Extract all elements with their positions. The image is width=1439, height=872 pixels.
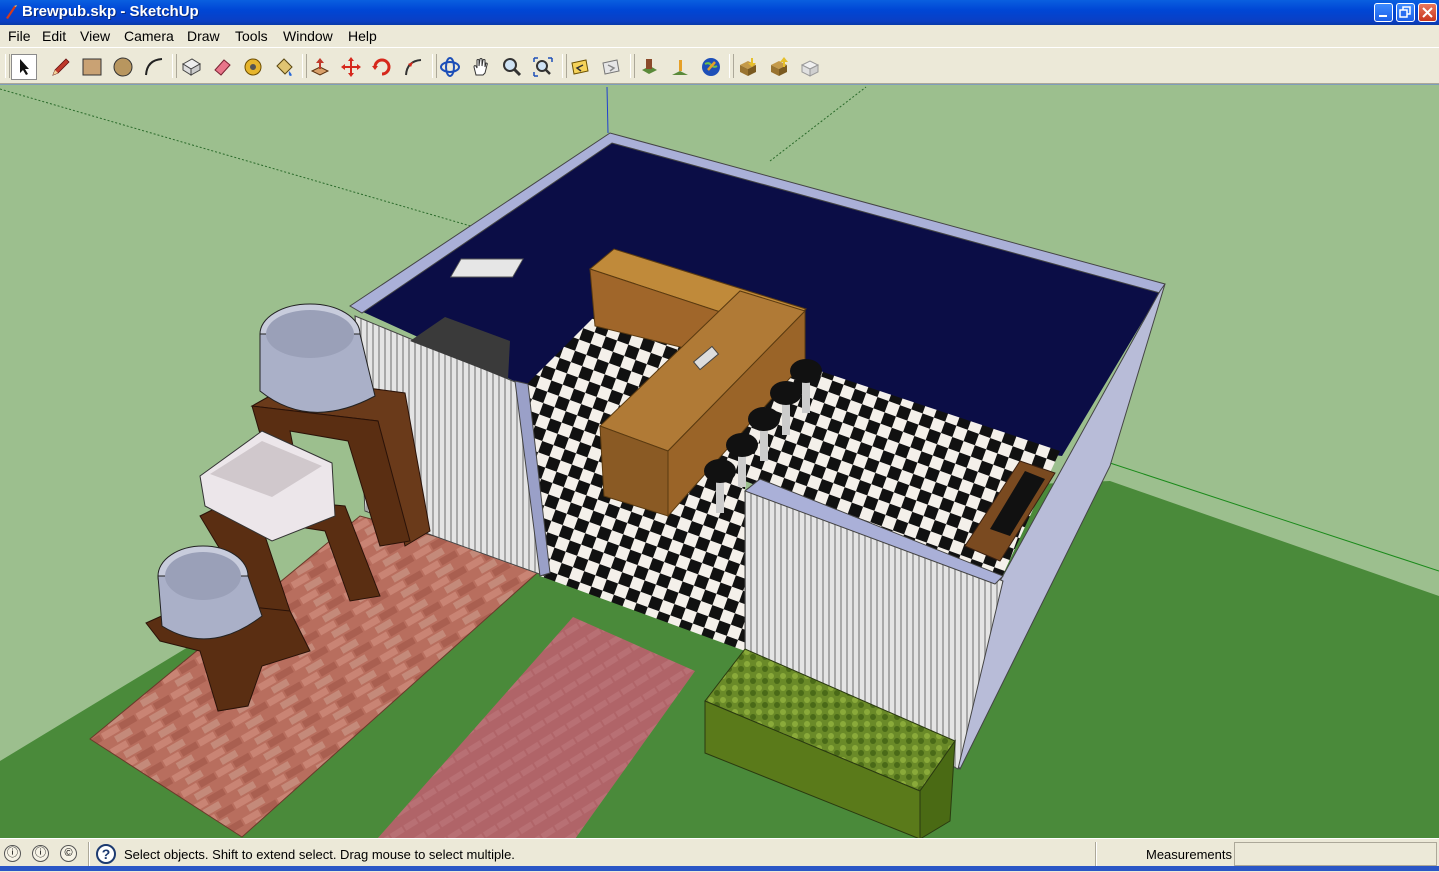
taskbar-edge [0, 866, 1439, 871]
send-to-layout-icon [800, 60, 820, 77]
pencil-icon [52, 58, 70, 76]
tape-measure-tool-button[interactable] [240, 54, 266, 80]
lower-kettle-opening [165, 552, 241, 600]
credits-status-icon[interactable]: ⓘ [32, 845, 49, 862]
globe-icon [702, 58, 720, 76]
menu-view[interactable]: View [80, 28, 110, 44]
rotate-icon [372, 58, 391, 76]
eraser-icon [214, 59, 231, 76]
pencil-tool-button[interactable] [48, 54, 74, 80]
previous-view-icon [571, 59, 589, 75]
toolbar-separator [729, 54, 734, 78]
pan-tool-button[interactable] [468, 54, 494, 80]
window-title: Brewpub.skp - SketchUp [22, 3, 199, 20]
follow-me-icon [405, 59, 422, 76]
toolbar-separator [630, 54, 635, 78]
component-icon [182, 58, 201, 76]
close-icon [1422, 7, 1433, 18]
close-button[interactable] [1418, 3, 1437, 22]
rectangle-tool-button[interactable] [79, 54, 105, 80]
orbit-tool-button[interactable] [437, 54, 463, 80]
zoom-tool-button[interactable] [499, 54, 525, 80]
hand-pan-icon [473, 58, 488, 76]
menu-bar: File Edit View Camera Draw Tools Window … [0, 25, 1439, 47]
share-model-icon [771, 57, 788, 76]
move-tool-button[interactable] [338, 54, 364, 80]
add-location-icon [642, 59, 657, 74]
google-earth-tool-button[interactable] [698, 54, 724, 80]
sink-basin [449, 258, 524, 278]
menu-help[interactable]: Help [348, 28, 377, 44]
help-icon[interactable]: ? [96, 844, 116, 864]
menu-draw[interactable]: Draw [187, 28, 220, 44]
restore-button[interactable] [1396, 3, 1415, 22]
main-toolbar [0, 47, 1439, 84]
share-model-tool-button[interactable] [766, 54, 792, 80]
tape-measure-icon [244, 58, 262, 76]
arc-tool-button[interactable] [141, 54, 167, 80]
magnifier-icon [503, 58, 522, 77]
zoom-extents-tool-button[interactable] [530, 54, 556, 80]
zoom-extents-icon [533, 57, 553, 77]
menu-tools[interactable]: Tools [235, 28, 268, 44]
status-separator [1095, 842, 1097, 866]
measurements-label: Measurements [1146, 847, 1232, 862]
orbit-icon [440, 57, 460, 77]
circle-icon [113, 57, 133, 77]
restore-icon [1399, 6, 1411, 18]
minimize-button[interactable] [1374, 3, 1393, 22]
toolbar-grip[interactable] [5, 54, 10, 78]
user-status-icon[interactable]: © [60, 845, 77, 862]
menu-file[interactable]: File [8, 28, 31, 44]
arrow-cursor-icon [20, 59, 29, 75]
paint-bucket-tool-button[interactable] [271, 54, 297, 80]
menu-camera[interactable]: Camera [124, 28, 174, 44]
drawing-area[interactable] [0, 84, 1439, 839]
geo-location-status-icon[interactable]: ⓘ [4, 845, 21, 862]
next-view-icon [602, 59, 620, 75]
move-icon [341, 57, 361, 77]
model-scene [0, 85, 1439, 839]
select-tool-button[interactable] [11, 54, 37, 80]
sketchup-app-icon[interactable] [4, 4, 18, 20]
eraser-tool-button[interactable] [209, 54, 235, 80]
push-pull-icon [310, 58, 330, 76]
arc-icon [145, 58, 163, 76]
send-to-layout-tool-button[interactable] [797, 54, 823, 80]
title-bar: Brewpub.skp - SketchUp [0, 0, 1439, 25]
menu-window[interactable]: Window [283, 28, 333, 44]
toolbar-separator [172, 54, 177, 78]
measurements-input[interactable] [1234, 842, 1437, 866]
toggle-terrain-tool-button[interactable] [667, 54, 693, 80]
circle-tool-button[interactable] [110, 54, 136, 80]
push-pull-tool-button[interactable] [307, 54, 333, 80]
paint-bucket-icon [276, 58, 293, 76]
previous-view-tool-button[interactable] [567, 54, 593, 80]
status-message: Select objects. Shift to extend select. … [124, 847, 515, 862]
upper-kettle-opening [266, 310, 354, 358]
terrain-icon [672, 60, 688, 75]
get-models-tool-button[interactable] [735, 54, 761, 80]
rotate-tool-button[interactable] [369, 54, 395, 80]
rectangle-icon [82, 58, 102, 76]
follow-me-tool-button[interactable] [400, 54, 426, 80]
make-component-tool-button[interactable] [178, 54, 204, 80]
menu-edit[interactable]: Edit [42, 28, 66, 44]
get-models-icon [740, 58, 756, 76]
add-location-tool-button[interactable] [636, 54, 662, 80]
status-separator [88, 842, 90, 866]
next-view-tool-button[interactable] [598, 54, 624, 80]
minimize-icon [1379, 15, 1387, 17]
